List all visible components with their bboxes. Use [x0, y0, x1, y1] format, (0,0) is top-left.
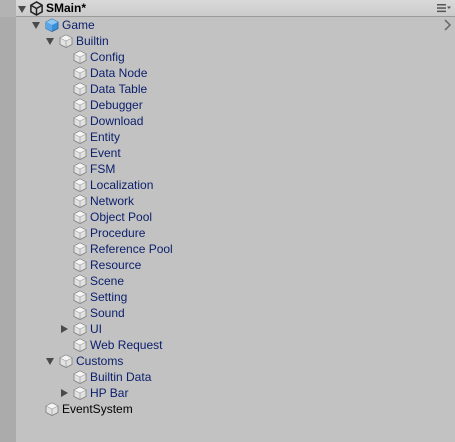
hierarchy-item-label: Customs: [76, 354, 124, 368]
hierarchy-row-network[interactable]: Network: [0, 193, 455, 209]
hierarchy-row-setting[interactable]: Setting: [0, 289, 455, 305]
gameobject-icon: [73, 114, 87, 128]
hierarchy-item-label: Resource: [90, 258, 142, 272]
hierarchy-item-label: Setting: [90, 290, 128, 304]
gameobject-icon: [73, 386, 87, 400]
hierarchy-item-label: Data Node: [90, 66, 148, 80]
gameobject-icon: [73, 258, 87, 272]
hierarchy-item-label: FSM: [90, 162, 116, 176]
hierarchy-item-label: Download: [90, 114, 144, 128]
hierarchy-row-procedure[interactable]: Procedure: [0, 225, 455, 241]
scene-foldout-arrow-icon[interactable]: [17, 1, 27, 17]
hierarchy-row-fsm[interactable]: FSM: [0, 161, 455, 177]
scene-title: SMain*: [46, 1, 87, 15]
hierarchy-item-label: Sound: [90, 306, 125, 320]
hierarchy-item-label: Builtin Data: [90, 370, 152, 384]
gameobject-icon: [73, 226, 87, 240]
prefab-cube-icon: [45, 18, 59, 32]
gameobject-icon: [73, 162, 87, 176]
gameobject-icon: [73, 194, 87, 208]
hierarchy-row-scene[interactable]: Scene: [0, 273, 455, 289]
hierarchy-item-label: Reference Pool: [90, 242, 173, 256]
gameobject-icon: [73, 178, 87, 192]
gameobject-icon: [73, 322, 87, 336]
hierarchy-row-reference-pool[interactable]: Reference Pool: [0, 241, 455, 257]
hierarchy-row-debugger[interactable]: Debugger: [0, 97, 455, 113]
hierarchy-row-hp-bar[interactable]: HP Bar: [0, 385, 455, 401]
hierarchy-item-label: EventSystem: [62, 402, 133, 416]
gameobject-icon: [73, 242, 87, 256]
gameobject-icon: [59, 354, 73, 368]
gameobject-icon: [73, 274, 87, 288]
gameobject-icon: [73, 370, 87, 384]
hierarchy-row-data-node[interactable]: Data Node: [0, 65, 455, 81]
hierarchy-item-label: HP Bar: [90, 386, 129, 400]
gameobject-icon: [73, 130, 87, 144]
hierarchy-row-web-request[interactable]: Web Request: [0, 337, 455, 353]
hierarchy-item-label: UI: [90, 322, 102, 336]
scene-header-row[interactable]: SMain*: [0, 0, 455, 17]
gameobject-icon: [73, 82, 87, 96]
scene-header-gutter: [0, 0, 16, 17]
gameobject-icon: [73, 98, 87, 112]
hierarchy-row-builtin-data[interactable]: Builtin Data: [0, 369, 455, 385]
gameobject-icon: [73, 146, 87, 160]
hierarchy-row-resource[interactable]: Resource: [0, 257, 455, 273]
gameobject-icon: [73, 338, 87, 352]
hierarchy-row-game[interactable]: Game: [0, 17, 455, 33]
hierarchy-item-label: Network: [90, 194, 135, 208]
hierarchy-item-label: Config: [90, 50, 125, 64]
foldout-expanded-icon[interactable]: [45, 353, 55, 369]
hierarchy-row-sound[interactable]: Sound: [0, 305, 455, 321]
hierarchy-item-label: Debugger: [90, 98, 143, 112]
gameobject-icon: [73, 50, 87, 64]
foldout-expanded-icon[interactable]: [45, 33, 55, 49]
gameobject-icon: [73, 210, 87, 224]
gameobject-icon: [73, 306, 87, 320]
hierarchy-row-eventsystem[interactable]: EventSystem: [0, 401, 455, 417]
unity-logo-icon: [30, 1, 43, 16]
hierarchy-row-entity[interactable]: Entity: [0, 129, 455, 145]
context-menu-icon[interactable]: [437, 3, 451, 13]
hierarchy-row-ui[interactable]: UI: [0, 321, 455, 337]
gameobject-icon: [73, 66, 87, 80]
hierarchy-item-label: Scene: [90, 274, 125, 288]
hierarchy-window: SMain* Game Builtin Config Data Node Data Ta…: [0, 0, 455, 442]
hierarchy-row-builtin[interactable]: Builtin: [0, 33, 455, 49]
hierarchy-item-label: Data Table: [90, 82, 148, 96]
foldout-collapsed-icon[interactable]: [59, 385, 69, 401]
hierarchy-row-data-table[interactable]: Data Table: [0, 81, 455, 97]
gameobject-icon: [45, 402, 59, 416]
hierarchy-item-label: Event: [90, 146, 121, 160]
hierarchy-item-label: Builtin: [76, 34, 109, 48]
hierarchy-row-object-pool[interactable]: Object Pool: [0, 209, 455, 225]
hierarchy-item-label: Object Pool: [90, 210, 153, 224]
gameobject-icon: [73, 290, 87, 304]
hierarchy-item-label: Web Request: [90, 338, 163, 352]
hierarchy-row-event[interactable]: Event: [0, 145, 455, 161]
hierarchy-row-download[interactable]: Download: [0, 113, 455, 129]
hierarchy-item-label: Procedure: [90, 226, 146, 240]
gameobject-icon: [59, 34, 73, 48]
foldout-expanded-icon[interactable]: [31, 17, 41, 33]
hierarchy-item-label: Entity: [90, 130, 121, 144]
hierarchy-row-config[interactable]: Config: [0, 49, 455, 65]
hierarchy-item-label: Game: [62, 18, 95, 32]
hierarchy-row-customs[interactable]: Customs: [0, 353, 455, 369]
hierarchy-row-localization[interactable]: Localization: [0, 177, 455, 193]
hierarchy-item-label: Localization: [90, 178, 154, 192]
foldout-collapsed-icon[interactable]: [59, 321, 69, 337]
